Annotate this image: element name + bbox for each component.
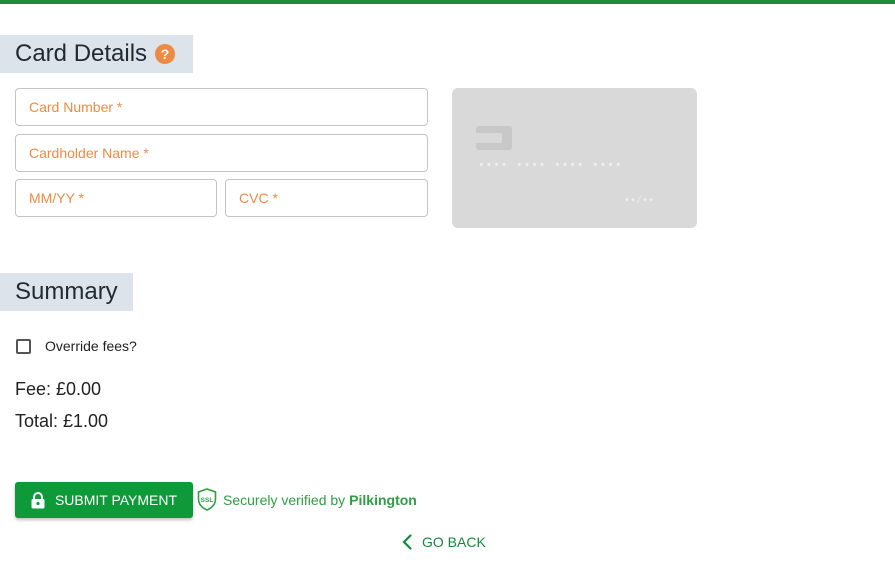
summary-title: Summary (15, 278, 118, 305)
card-number-input[interactable] (16, 89, 427, 125)
go-back-link[interactable]: GO BACK (402, 534, 486, 550)
card-details-header: Card Details ? (0, 35, 193, 73)
expiry-input[interactable] (16, 180, 216, 216)
summary-header: Summary (0, 273, 133, 311)
chevron-left-icon (402, 534, 412, 550)
expiry-field[interactable] (15, 179, 217, 217)
card-details-title: Card Details (15, 40, 148, 67)
card-number-field[interactable] (15, 88, 428, 126)
secure-verification: SSL Securely verified by Pilkington (197, 488, 417, 511)
secure-text: Securely verified by (223, 491, 346, 508)
go-back-label: GO BACK (422, 534, 486, 550)
override-fees-checkbox[interactable] (16, 338, 31, 354)
override-fees-row[interactable]: Override fees? (16, 338, 137, 354)
total-text: Total: £1.00 (15, 411, 109, 431)
card-chip-icon (476, 126, 512, 150)
secure-brand: Pilkington (349, 491, 417, 508)
fee-text: Fee: £0.00 (15, 379, 102, 399)
ssl-shield-icon: SSL (197, 488, 217, 511)
override-fees-label: Override fees? (45, 338, 137, 354)
top-accent-bar (0, 0, 895, 4)
card-preview: •••• •••• •••• •••• ••/•• (452, 88, 697, 228)
submit-payment-label: SUBMIT PAYMENT (54, 492, 178, 508)
card-number-mask: •••• •••• •••• •••• (478, 160, 623, 172)
cvc-input[interactable] (226, 180, 427, 216)
card-expiry-mask: ••/•• (624, 196, 655, 207)
cardholder-name-input[interactable] (16, 135, 427, 171)
svg-text:SSL: SSL (201, 497, 214, 504)
cardholder-name-field[interactable] (15, 134, 428, 172)
lock-icon (31, 491, 45, 509)
submit-payment-button[interactable]: SUBMIT PAYMENT (15, 482, 193, 518)
help-icon[interactable]: ? (155, 44, 176, 64)
cvc-field[interactable] (225, 179, 428, 217)
